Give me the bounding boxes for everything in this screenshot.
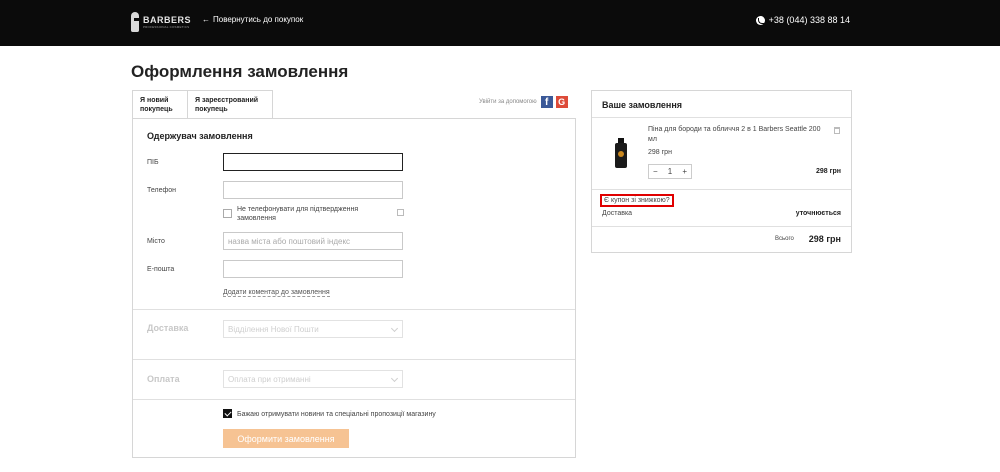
delivery-select[interactable]: Відділення Нової Пошти <box>223 320 403 338</box>
phone-number: +38 (044) 338 88 14 <box>768 15 850 25</box>
bearded-man-icon <box>131 12 142 32</box>
trash-icon[interactable] <box>834 127 840 134</box>
order-summary-title: Ваше замовлення <box>602 100 683 110</box>
quantity-stepper: − 1 + <box>648 164 692 179</box>
product-name[interactable]: Піна для бороди та обличчя 2 в 1 Barbers… <box>648 125 828 145</box>
product-unit-price: 298 грн <box>648 149 672 156</box>
social-login: Увійти за допомогою f G <box>479 96 568 108</box>
barbers-logo[interactable]: BARBERS PROFESSIONAL COSMETICS <box>131 10 191 34</box>
city-input[interactable]: назва міста або поштовий індекс <box>223 232 403 250</box>
order-summary: Ваше замовлення Піна для бороди та облич… <box>591 90 852 253</box>
qty-plus-button[interactable]: + <box>682 167 687 176</box>
logo-main-text: BARBERS <box>142 14 191 25</box>
total-label: Всього <box>775 236 794 242</box>
delivery-cost-label: Доставка <box>602 210 633 217</box>
email-input[interactable] <box>223 260 403 278</box>
info-icon[interactable] <box>397 209 404 216</box>
name-label: ПІБ <box>147 159 159 166</box>
product-image[interactable] <box>615 138 627 168</box>
order-divider <box>592 189 851 190</box>
tab-registered-customer[interactable]: Я зареєстрований покупець <box>188 90 273 118</box>
google-icon[interactable]: G <box>555 96 568 108</box>
logo-sub-text: PROFESSIONAL COSMETICS <box>142 24 190 29</box>
tab-new-customer[interactable]: Я новий покупець <box>132 90 188 119</box>
product-line-total: 298 грн <box>815 168 841 175</box>
newsletter-label: Бажаю отримувати новини та спеціальні пр… <box>237 411 436 418</box>
chevron-down-icon <box>390 374 399 383</box>
no-call-checkbox[interactable] <box>223 209 232 218</box>
delivery-cost-value: уточнюється <box>795 210 841 217</box>
delivery-section-title: Доставка <box>147 323 189 333</box>
top-header: BARBERS PROFESSIONAL COSMETICS ← Поверну… <box>0 0 1000 46</box>
full-name-input[interactable] <box>223 153 403 171</box>
add-comment-link[interactable]: Додати коментар до замовлення <box>223 289 330 297</box>
back-to-shopping-link[interactable]: ← Повернутись до покупок <box>202 15 303 25</box>
coupon-link[interactable]: Є купон зі знижкою? <box>600 194 674 207</box>
order-divider <box>592 226 851 227</box>
section-divider <box>133 359 575 360</box>
delivery-selected-value: Відділення Нової Пошти <box>228 325 319 334</box>
payment-select[interactable]: Оплата при отриманні <box>223 370 403 388</box>
page-title: Оформлення замовлення <box>131 62 349 81</box>
phone-label: Телефон <box>147 187 177 194</box>
social-login-label: Увійти за допомогою <box>479 99 537 105</box>
phone-contact[interactable]: +38 (044) 338 88 14 <box>755 15 850 25</box>
chevron-down-icon <box>390 324 399 333</box>
payment-section-title: Оплата <box>147 374 180 384</box>
phone-input[interactable] <box>223 181 403 199</box>
customer-type-tabs: Я новий покупець Я зареєстрований покупе… <box>132 90 273 119</box>
no-call-label: Не телефонувати для підтвердження замовл… <box>237 206 359 222</box>
total-value: 298 грн <box>808 234 841 244</box>
place-order-button[interactable]: Оформити замовлення <box>223 429 349 448</box>
qty-minus-button[interactable]: − <box>653 167 658 176</box>
section-divider <box>133 399 575 400</box>
order-divider <box>592 117 851 118</box>
back-to-shopping-label: Повернутись до покупок <box>213 15 304 24</box>
facebook-icon[interactable]: f <box>540 96 553 108</box>
city-label: Місто <box>147 238 165 245</box>
qty-value[interactable]: 1 <box>668 167 672 176</box>
arrow-left-icon: ← <box>202 15 210 24</box>
email-label: E-пошта <box>147 266 175 273</box>
payment-selected-value: Оплата при отриманні <box>228 375 311 384</box>
checkout-form: Одержувач замовлення ПІБ Телефон Не теле… <box>132 118 576 458</box>
recipient-section-title: Одержувач замовлення <box>147 131 253 141</box>
section-divider <box>133 309 575 310</box>
phone-icon <box>755 15 765 25</box>
newsletter-checkbox[interactable] <box>223 409 232 418</box>
